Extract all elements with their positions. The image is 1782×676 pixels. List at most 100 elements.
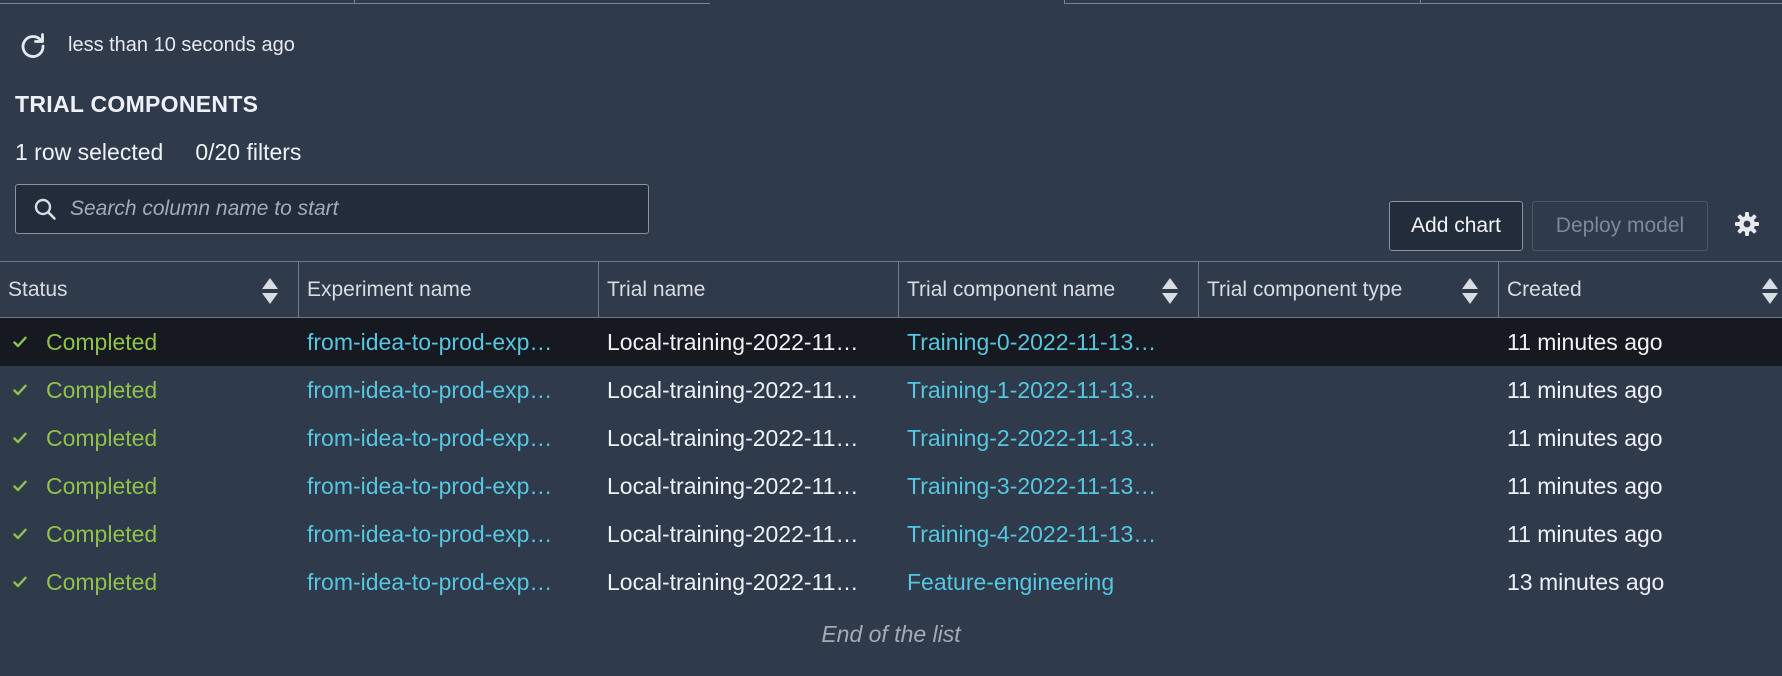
column-search-input[interactable]: [68, 196, 632, 222]
column-header-component-name[interactable]: Trial component name: [898, 262, 1198, 317]
created-cell: 11 minutes ago: [1507, 462, 1777, 510]
status-text: Completed: [46, 568, 158, 595]
sort-icon[interactable]: [1759, 276, 1781, 306]
experiment-name-link[interactable]: from-idea-to-prod-exp…: [307, 366, 587, 414]
check-icon: [12, 574, 28, 590]
last-refreshed-text: less than 10 seconds ago: [68, 33, 295, 56]
table-row[interactable]: Completed from-idea-to-prod-exp… Local-tra…: [0, 510, 1782, 558]
trial-component-name-link[interactable]: Training-4-2022-11-13…: [907, 510, 1191, 558]
trial-component-name-link-text: Training-4-2022-11-13…: [907, 520, 1157, 547]
trial-component-name-link[interactable]: Feature-engineering: [907, 558, 1191, 606]
experiment-name-link-text: from-idea-to-prod-exp…: [307, 376, 553, 403]
status-text: Completed: [46, 376, 158, 403]
created-cell-text: 11 minutes ago: [1507, 328, 1663, 355]
trial-component-name-link[interactable]: Training-1-2022-11-13…: [907, 366, 1191, 414]
table-row[interactable]: Completed from-idea-to-prod-exp… Local-tra…: [0, 318, 1782, 366]
created-cell-text: 11 minutes ago: [1507, 424, 1663, 451]
created-cell: 11 minutes ago: [1507, 510, 1777, 558]
trial-component-name-link-text: Training-1-2022-11-13…: [907, 376, 1157, 403]
table-row[interactable]: Completed from-idea-to-prod-exp… Local-tra…: [0, 462, 1782, 510]
trial-name-cell-text: Local-training-2022-11…: [607, 520, 859, 547]
gear-icon[interactable]: [1733, 210, 1761, 238]
trial-component-type-cell: [1207, 318, 1487, 366]
trial-component-name-link[interactable]: Training-0-2022-11-13…: [907, 318, 1191, 366]
created-cell: 11 minutes ago: [1507, 318, 1777, 366]
trial-component-name-link[interactable]: Training-3-2022-11-13…: [907, 462, 1191, 510]
trial-component-type-cell: [1207, 366, 1487, 414]
trial-name-cell-text: Local-training-2022-11…: [607, 424, 859, 451]
experiment-name-link-text: from-idea-to-prod-exp…: [307, 568, 553, 595]
table-header: Status Experiment name Trial name Trial …: [0, 261, 1782, 318]
sort-icon[interactable]: [1159, 276, 1181, 306]
column-header-component-type[interactable]: Trial component type: [1198, 262, 1498, 317]
created-cell-text: 13 minutes ago: [1507, 568, 1665, 595]
status-text: Completed: [46, 520, 158, 547]
column-header-created[interactable]: Created: [1498, 262, 1782, 317]
created-cell-text: 11 minutes ago: [1507, 472, 1663, 499]
refresh-icon[interactable]: [18, 30, 48, 60]
trial-name-cell: Local-training-2022-11…: [607, 558, 891, 606]
experiment-name-link[interactable]: from-idea-to-prod-exp…: [307, 558, 587, 606]
deploy-model-button[interactable]: Deploy model: [1532, 201, 1708, 251]
table-body: Completed from-idea-to-prod-exp… Local-tra…: [0, 318, 1782, 606]
column-header-experiment[interactable]: Experiment name: [298, 262, 598, 317]
trial-name-cell: Local-training-2022-11…: [607, 462, 891, 510]
experiment-name-link[interactable]: from-idea-to-prod-exp…: [307, 414, 587, 462]
created-cell-text: 11 minutes ago: [1507, 520, 1663, 547]
column-header-label: Status: [8, 277, 68, 301]
status-cell: Completed: [12, 510, 292, 558]
refresh-row: less than 10 seconds ago: [18, 28, 295, 62]
experiment-name-link-text: from-idea-to-prod-exp…: [307, 328, 553, 355]
experiment-name-link-text: from-idea-to-prod-exp…: [307, 520, 553, 547]
experiment-name-link[interactable]: from-idea-to-prod-exp…: [307, 462, 587, 510]
column-header-status[interactable]: Status: [0, 262, 298, 317]
column-header-label: Trial component type: [1207, 277, 1403, 301]
status-text: Completed: [46, 424, 158, 451]
experiment-name-link-text: from-idea-to-prod-exp…: [307, 472, 553, 499]
column-header-label: Experiment name: [307, 277, 472, 301]
check-icon: [12, 382, 28, 398]
experiment-name-link[interactable]: from-idea-to-prod-exp…: [307, 510, 587, 558]
table-row[interactable]: Completed from-idea-to-prod-exp… Local-tra…: [0, 558, 1782, 606]
created-cell: 13 minutes ago: [1507, 558, 1777, 606]
sort-icon[interactable]: [259, 276, 281, 306]
search-icon: [32, 196, 58, 222]
experiment-name-link[interactable]: from-idea-to-prod-exp…: [307, 318, 587, 366]
rows-selected-count: 1 row selected: [15, 139, 164, 165]
trial-name-cell-text: Local-training-2022-11…: [607, 328, 859, 355]
column-header-label: Trial component name: [907, 277, 1116, 301]
column-header-trial[interactable]: Trial name: [598, 262, 898, 317]
table-row[interactable]: Completed from-idea-to-prod-exp… Local-tra…: [0, 414, 1782, 462]
sort-icon[interactable]: [1459, 276, 1481, 306]
tab-edge: [354, 0, 710, 4]
trial-component-type-cell: [1207, 510, 1487, 558]
trial-component-name-link-text: Training-3-2022-11-13…: [907, 472, 1157, 499]
created-cell-text: 11 minutes ago: [1507, 376, 1663, 403]
tab-edge: [0, 0, 354, 4]
trial-name-cell-text: Local-training-2022-11…: [607, 568, 859, 595]
trial-component-name-link-text: Training-2-2022-11-13…: [907, 424, 1157, 451]
status-cell: Completed: [12, 366, 292, 414]
column-header-label: Trial name: [607, 277, 706, 301]
created-cell: 11 minutes ago: [1507, 414, 1777, 462]
top-tab-strip: [0, 0, 1782, 4]
trial-name-cell: Local-training-2022-11…: [607, 366, 891, 414]
column-search-box[interactable]: [15, 184, 649, 234]
table-row[interactable]: Completed from-idea-to-prod-exp… Local-tra…: [0, 366, 1782, 414]
check-icon: [12, 478, 28, 494]
status-cell: Completed: [12, 462, 292, 510]
trial-component-type-cell: [1207, 414, 1487, 462]
trial-components-table: Status Experiment name Trial name Trial …: [0, 261, 1782, 606]
end-of-list-note: End of the list: [821, 621, 961, 647]
status-cell: Completed: [12, 318, 292, 366]
check-icon: [12, 430, 28, 446]
add-chart-button[interactable]: Add chart: [1389, 201, 1523, 251]
tab-edge: [1064, 0, 1421, 4]
filters-count[interactable]: 0/20 filters: [195, 139, 301, 166]
created-cell: 11 minutes ago: [1507, 366, 1777, 414]
status-text: Completed: [46, 328, 158, 355]
trial-name-cell: Local-training-2022-11…: [607, 318, 891, 366]
trial-component-name-link[interactable]: Training-2-2022-11-13…: [907, 414, 1191, 462]
trial-component-name-link-text: Training-0-2022-11-13…: [907, 328, 1157, 355]
trial-name-cell-text: Local-training-2022-11…: [607, 472, 859, 499]
